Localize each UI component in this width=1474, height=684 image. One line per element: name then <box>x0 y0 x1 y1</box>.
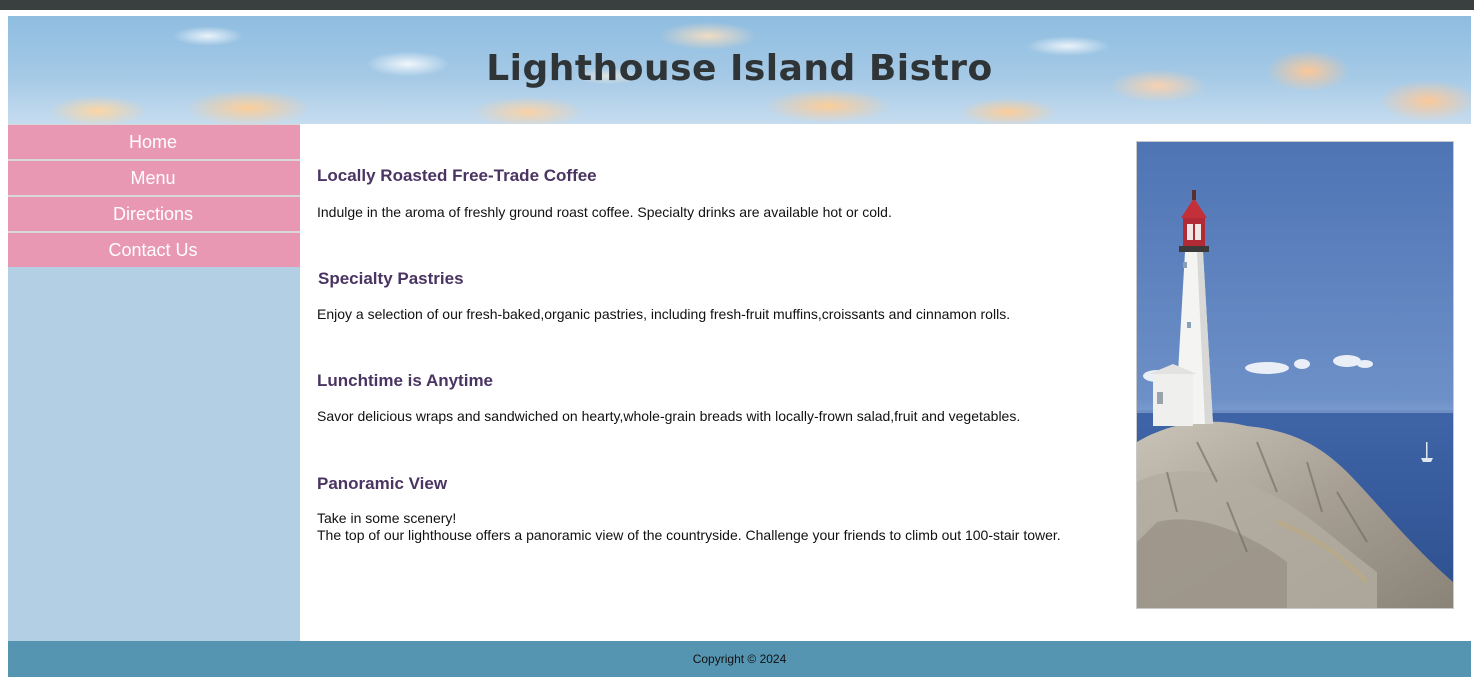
lighthouse-image-icon <box>1137 142 1453 608</box>
main-content: Locally Roasted Free-Trade Coffee Indulg… <box>300 124 1471 641</box>
browser-top-bar <box>0 0 1474 10</box>
section-heading: Panoramic View <box>317 474 448 493</box>
section-body: Indulge in the aroma of freshly ground r… <box>317 204 892 220</box>
site-footer: Copyright © 2024 <box>8 641 1471 677</box>
nav-item-home[interactable]: Home <box>8 125 300 159</box>
nav-item-contact-us[interactable]: Contact Us <box>8 233 300 267</box>
site-header-banner: Lighthouse Island Bistro <box>8 16 1471 124</box>
section-body-line1: Take in some scenery! <box>317 510 457 526</box>
section-body: Savor delicious wraps and sandwiched on … <box>317 408 1021 424</box>
lighthouse-photo <box>1136 141 1454 609</box>
section-pastries: Specialty Pastries Enjoy a selection of … <box>317 269 1117 323</box>
section-body-line2: The top of our lighthouse offers a panor… <box>317 527 1061 543</box>
section-body: Enjoy a selection of our fresh-baked,org… <box>317 306 1011 322</box>
section-panoramic: Panoramic View Take in some scenery! The… <box>317 474 1117 544</box>
site-title: Lighthouse Island Bistro <box>486 48 993 89</box>
section-heading: Lunchtime is Anytime <box>317 371 494 390</box>
section-lunchtime: Lunchtime is Anytime Savor delicious wra… <box>317 371 1117 425</box>
sidebar: Home Menu Directions Contact Us <box>8 124 300 641</box>
page-frame: Lighthouse Island Bistro Home Menu Direc… <box>0 10 1474 684</box>
section-coffee: Locally Roasted Free-Trade Coffee Indulg… <box>317 166 1117 221</box>
nav-item-menu[interactable]: Menu <box>8 161 300 195</box>
section-heading: Specialty Pastries <box>318 269 464 288</box>
section-heading: Locally Roasted Free-Trade Coffee <box>317 166 597 185</box>
nav-item-directions[interactable]: Directions <box>8 197 300 231</box>
nav-menu: Home Menu Directions Contact Us <box>8 124 300 267</box>
copyright-text: Copyright © 2024 <box>692 652 787 666</box>
